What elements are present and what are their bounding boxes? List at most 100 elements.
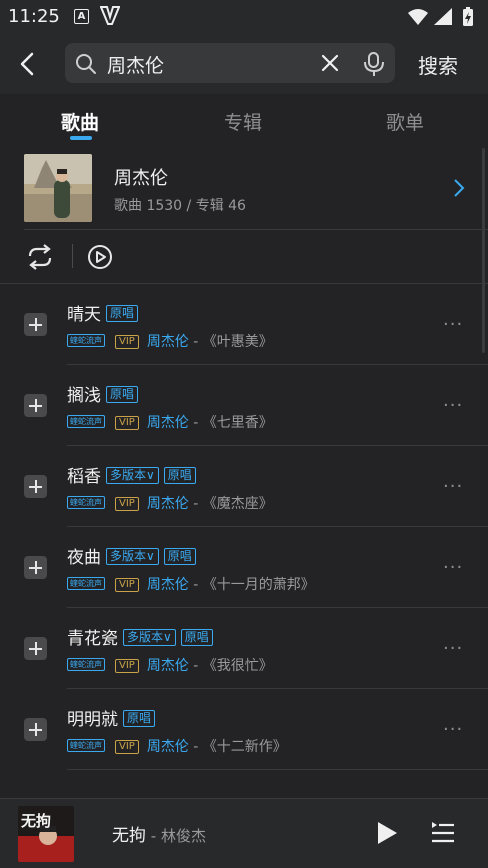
- tab-songs[interactable]: 歌曲: [61, 108, 99, 135]
- play-icon[interactable]: [376, 821, 398, 845]
- song-tag[interactable]: 多版本∨: [106, 548, 159, 565]
- song-singer[interactable]: 周杰伦: [147, 658, 189, 674]
- add-icon[interactable]: [24, 475, 47, 498]
- song-title: 明明就: [67, 710, 118, 730]
- song-row[interactable]: 夜曲 多版本∨ 原唱蝰蛇流声 VIP 周杰伦 - 《十一月的萧邦》 ···: [0, 527, 488, 608]
- vip-badge: VIP: [115, 335, 139, 349]
- song-title-line: 搁浅 原唱: [67, 381, 139, 406]
- song-singer[interactable]: 周杰伦: [147, 415, 189, 431]
- vip-badge: VIP: [115, 578, 139, 592]
- song-subtitle: 蝰蛇流声 VIP 周杰伦 - 《我很忙》: [67, 655, 273, 675]
- add-icon[interactable]: [24, 394, 47, 417]
- song-title: 青花瓷: [67, 629, 118, 649]
- row-divider: [67, 769, 488, 770]
- song-tag: 原唱: [123, 710, 156, 727]
- song-row[interactable]: 青花瓷 多版本∨ 原唱蝰蛇流声 VIP 周杰伦 - 《我很忙》 ···: [0, 608, 488, 689]
- song-title: 夜曲: [67, 548, 101, 568]
- signal-icon: [434, 8, 452, 25]
- now-playing-artist: - 林俊杰: [146, 827, 206, 845]
- quality-badge: 蝰蛇流声: [67, 739, 105, 752]
- cover-title: 无拘: [20, 812, 51, 830]
- song-title-line: 明明就 原唱: [67, 705, 156, 730]
- mini-player[interactable]: 无拘 无拘 - 林俊杰: [0, 798, 488, 868]
- song-singer[interactable]: 周杰伦: [147, 577, 189, 593]
- artist-photo: [24, 154, 92, 222]
- song-album: - 《魔杰座》: [188, 496, 273, 512]
- song-row[interactable]: 明明就 原唱蝰蛇流声 VIP 周杰伦 - 《十二新作》 ···: [0, 689, 488, 770]
- playlist-icon[interactable]: [431, 821, 455, 843]
- song-subtitle: 蝰蛇流声 VIP 周杰伦 - 《七里香》: [67, 412, 273, 432]
- control-separator: [72, 244, 73, 268]
- song-title: 稻香: [67, 467, 101, 487]
- song-tag: 原唱: [106, 386, 139, 403]
- song-title-line: 晴天 原唱: [67, 300, 139, 325]
- vip-badge: VIP: [115, 659, 139, 673]
- more-icon[interactable]: ···: [443, 638, 463, 659]
- song-tag: 原唱: [106, 305, 139, 322]
- artist-meta: 歌曲 1530 / 专辑 46: [114, 198, 246, 214]
- tab-albums[interactable]: 专辑: [224, 108, 262, 135]
- song-row[interactable]: 稻香 多版本∨ 原唱 蝰蛇流声 VIP 周杰伦 - 《魔杰座》 ···: [0, 446, 488, 527]
- vip-badge: VIP: [115, 416, 139, 430]
- quality-badge: 蝰蛇流声: [67, 334, 105, 347]
- playback-controls: [0, 230, 488, 282]
- more-icon[interactable]: ···: [443, 557, 463, 578]
- tab-playlists[interactable]: 歌单: [386, 108, 424, 135]
- v-app-icon: [100, 6, 120, 25]
- add-icon[interactable]: [24, 556, 47, 579]
- song-singer[interactable]: 周杰伦: [147, 739, 189, 755]
- quality-badge: 蝰蛇流声: [67, 415, 105, 428]
- more-icon[interactable]: ···: [443, 314, 463, 335]
- song-title: 搁浅: [67, 386, 101, 406]
- song-title: 晴天: [67, 305, 101, 325]
- song-tag[interactable]: 多版本∨: [106, 467, 159, 484]
- now-playing: 无拘 - 林俊杰: [112, 821, 206, 846]
- song-tag[interactable]: 多版本∨: [123, 629, 176, 646]
- scrollbar[interactable]: [482, 148, 485, 353]
- more-icon[interactable]: ···: [443, 719, 463, 740]
- quality-badge: 蝰蛇流声: [67, 577, 105, 590]
- app-notification-icon: A: [74, 9, 89, 24]
- artist-card[interactable]: 周杰伦 歌曲 1530 / 专辑 46: [0, 148, 488, 228]
- status-bar: 11:25 A: [0, 0, 488, 34]
- song-subtitle: 蝰蛇流声 VIP 周杰伦 - 《魔杰座》: [67, 493, 273, 513]
- voice-search-icon[interactable]: [362, 51, 386, 77]
- search-input[interactable]: [105, 43, 314, 85]
- more-icon[interactable]: ···: [443, 395, 463, 416]
- search-button[interactable]: 搜索: [418, 50, 458, 79]
- song-tag: 原唱: [180, 629, 213, 646]
- search-box: [65, 43, 395, 85]
- chevron-right-icon[interactable]: [452, 178, 466, 198]
- song-album: - 《十一月的萧邦》: [188, 577, 315, 593]
- play-circle-icon[interactable]: [87, 244, 113, 270]
- song-singer[interactable]: 周杰伦: [147, 496, 189, 512]
- clear-icon[interactable]: [320, 53, 340, 73]
- song-album: - 《七里香》: [188, 415, 273, 431]
- song-album: - 《叶惠美》: [188, 334, 273, 350]
- search-icon: [76, 54, 96, 74]
- song-row[interactable]: 晴天 原唱 蝰蛇流声 VIP 周杰伦 - 《叶惠美》 ···: [0, 284, 488, 365]
- quality-badge: 蝰蛇流声: [67, 496, 105, 509]
- now-playing-title: 无拘: [112, 826, 146, 846]
- quality-badge: 蝰蛇流声: [67, 658, 105, 671]
- loop-icon[interactable]: [26, 244, 54, 270]
- song-row[interactable]: 搁浅 原唱 蝰蛇流声 VIP 周杰伦 - 《七里香》 ···: [0, 365, 488, 446]
- more-icon[interactable]: ···: [443, 476, 463, 497]
- album-cover[interactable]: 无拘: [18, 806, 74, 862]
- wifi-icon: [408, 9, 428, 25]
- song-album: - 《十二新作》: [188, 739, 287, 755]
- add-icon[interactable]: [24, 637, 47, 660]
- system-status-icons: [408, 7, 473, 26]
- song-subtitle: 蝰蛇流声 VIP 周杰伦 - 《十一月的萧邦》: [67, 574, 315, 594]
- back-arrow-icon[interactable]: [14, 50, 42, 78]
- add-icon[interactable]: [24, 313, 47, 336]
- status-time: 11:25: [8, 6, 60, 27]
- song-album: - 《我很忙》: [188, 658, 273, 674]
- add-icon[interactable]: [24, 718, 47, 741]
- song-singer[interactable]: 周杰伦: [147, 334, 189, 350]
- song-tag: 原唱: [163, 548, 196, 565]
- song-title-line: 青花瓷 多版本∨ 原唱: [67, 624, 213, 649]
- vip-badge: VIP: [115, 497, 139, 511]
- song-subtitle: 蝰蛇流声 VIP 周杰伦 - 《十二新作》: [67, 736, 287, 756]
- song-subtitle: 蝰蛇流声 VIP 周杰伦 - 《叶惠美》: [67, 331, 273, 351]
